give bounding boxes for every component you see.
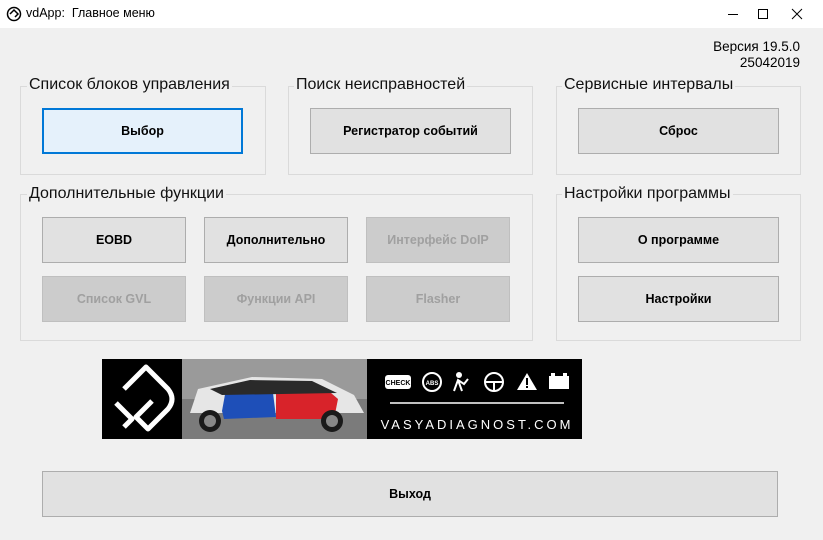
steering-icon — [484, 372, 504, 392]
reset-button[interactable]: Сброс — [578, 108, 779, 154]
api-functions-button[interactable]: Функции API — [204, 276, 348, 322]
airbag-icon — [453, 372, 469, 392]
check-engine-icon: CHECK — [385, 375, 411, 389]
minimize-icon — [728, 14, 738, 15]
close-icon — [791, 8, 803, 20]
build-number: 25042019 — [739, 55, 800, 70]
version-label: Версия 19.5.0 — [713, 39, 800, 54]
window-title: vdApp: Главное меню — [26, 6, 155, 20]
app-logo-icon — [6, 6, 22, 22]
control-units-title: Список блоков управления — [27, 76, 232, 94]
flasher-button[interactable]: Flasher — [366, 276, 510, 322]
window-title-text: Главное меню — [71, 6, 155, 20]
close-window-button[interactable] — [779, 0, 815, 28]
faults-title: Поиск неисправностей — [294, 76, 468, 94]
gvl-list-button[interactable]: Список GVL — [42, 276, 186, 322]
settings-button[interactable]: Настройки — [578, 276, 779, 322]
battery-icon — [549, 373, 569, 389]
check-label: CHECK — [386, 380, 411, 387]
doip-interface-button[interactable]: Интерфейс DoIP — [366, 217, 510, 263]
exit-button[interactable]: Выход — [42, 471, 778, 517]
abs-icon: ABS — [422, 372, 442, 392]
banner-graphic: CHECK ABS VASYADIAGNOST.COM — [114, 359, 574, 439]
app-name: vdApp: — [26, 6, 65, 20]
version-info: Версия 19.5.0 25042019 — [713, 39, 800, 71]
about-button[interactable]: О программе — [578, 217, 779, 263]
settings-title: Настройки программы — [562, 185, 733, 203]
banner-site-text: VASYADIAGNOST.COM — [381, 417, 574, 432]
vasyadiagnost-banner: CHECK ABS VASYADIAGNOST.COM — [102, 359, 582, 439]
extra-functions-title: Дополнительные функции — [27, 185, 226, 203]
maximize-icon — [758, 9, 768, 19]
service-title: Сервисные интервалы — [562, 76, 736, 94]
event-recorder-button[interactable]: Регистратор событий — [310, 108, 511, 154]
additional-button[interactable]: Дополнительно — [204, 217, 348, 263]
abs-label: ABS — [426, 381, 439, 387]
maximize-button[interactable] — [745, 0, 781, 28]
vasya-logo-icon — [114, 364, 175, 432]
warning-triangle-icon — [517, 373, 537, 390]
title-bar: vdApp: Главное меню — [0, 0, 823, 28]
select-button[interactable]: Выбор — [42, 108, 243, 154]
eobd-button[interactable]: EOBD — [42, 217, 186, 263]
